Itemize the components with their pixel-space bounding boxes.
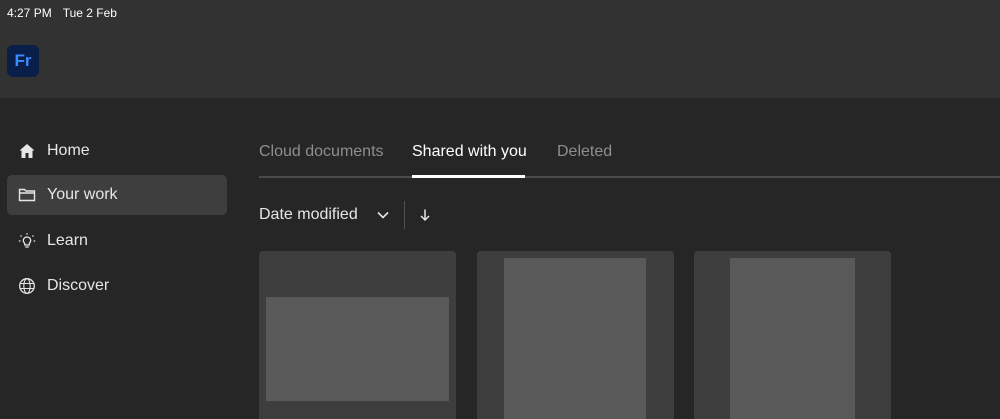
status-bar: 4:27 PM Tue 2 Feb — [0, 0, 1000, 26]
sort-bar: Date modified — [259, 200, 432, 230]
document-tabs: Cloud documents Shared with you Deleted — [259, 130, 1000, 178]
sort-divider — [403, 201, 405, 229]
lightbulb-icon — [18, 232, 36, 250]
document-card[interactable] — [477, 251, 674, 419]
tab-deleted[interactable]: Deleted — [557, 143, 612, 161]
document-card[interactable] — [259, 251, 456, 419]
document-card[interactable] — [694, 251, 891, 419]
sidebar-item-discover[interactable]: Discover — [7, 266, 227, 306]
tab-shared-with-you[interactable]: Shared with you — [412, 143, 527, 161]
sidebar: Home Your work Learn Discover — [0, 98, 240, 419]
tabs-divider — [259, 176, 1000, 178]
status-date: Tue 2 Feb — [62, 6, 117, 20]
folder-icon — [18, 186, 36, 204]
sidebar-item-learn[interactable]: Learn — [7, 221, 227, 261]
chevron-down-icon[interactable] — [376, 208, 390, 222]
sidebar-item-your-work[interactable]: Your work — [7, 175, 227, 215]
document-thumbnail — [730, 258, 855, 419]
app-header: Fr — [0, 26, 1000, 98]
status-time: 4:27 PM — [7, 6, 52, 20]
home-icon — [18, 142, 36, 160]
app-logo[interactable]: Fr — [7, 45, 39, 77]
sidebar-item-home[interactable]: Home — [7, 131, 227, 171]
sidebar-item-label: Learn — [47, 232, 88, 249]
sidebar-item-label: Discover — [47, 277, 110, 294]
active-tab-indicator — [412, 175, 525, 178]
document-thumbnail — [504, 258, 646, 419]
document-thumbnail — [266, 297, 449, 401]
globe-icon — [18, 277, 36, 295]
tab-cloud-documents[interactable]: Cloud documents — [259, 143, 384, 161]
arrow-down-icon[interactable] — [418, 208, 432, 222]
sidebar-item-label: Home — [47, 142, 90, 159]
sort-dropdown-label[interactable]: Date modified — [259, 206, 358, 224]
sidebar-item-label: Your work — [47, 186, 118, 203]
